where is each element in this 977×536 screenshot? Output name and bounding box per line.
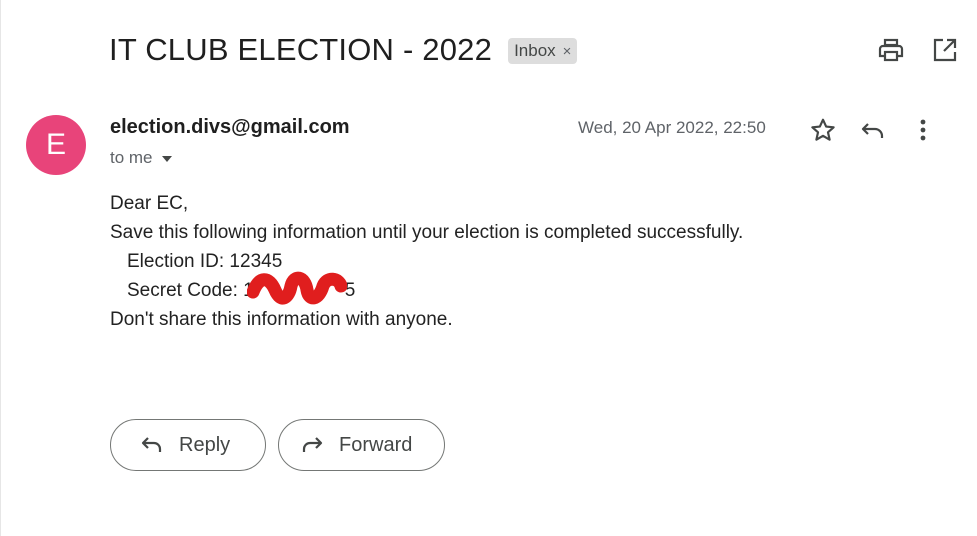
reply-label: Reply (179, 433, 231, 456)
chevron-down-icon (161, 148, 173, 168)
warning-line: Don't share this information with anyone… (110, 309, 453, 330)
election-id: Election ID: 12345 (127, 251, 283, 272)
reply-forward-actions: Reply Forward (110, 419, 445, 471)
thread-toolbar (877, 36, 959, 64)
secret-code-line: Secret Code: 15 (110, 271, 355, 305)
secret-code-text: Secret Code: 1 (127, 280, 254, 301)
greeting: Dear EC, (110, 193, 189, 214)
more-vert-icon[interactable] (909, 116, 937, 144)
forward-icon (301, 436, 323, 454)
subject-row: IT CLUB ELECTION - 2022 Inbox × (109, 30, 578, 70)
email-date: Wed, 20 Apr 2022, 22:50 (578, 118, 766, 137)
email-subject: IT CLUB ELECTION - 2022 (109, 32, 493, 67)
email-view: IT CLUB ELECTION - 2022 Inbox × E electi… (0, 0, 977, 536)
forward-label: Forward (339, 433, 413, 456)
recipient-text: to me (110, 148, 153, 167)
reply-icon (141, 436, 163, 454)
redaction-scribble (247, 271, 347, 305)
label-text: Inbox (514, 41, 556, 60)
forward-button[interactable]: Forward (278, 419, 445, 471)
star-icon[interactable] (809, 116, 837, 144)
body-line: Save this following information until yo… (110, 222, 744, 243)
sender-avatar[interactable]: E (26, 115, 86, 175)
message-actions (809, 116, 937, 144)
reply-button[interactable]: Reply (110, 419, 266, 471)
sender-email[interactable]: election.divs@gmail.com (110, 116, 350, 139)
recipient-details-toggle[interactable]: to me (110, 148, 173, 168)
email-body: Dear EC, Save this following information… (110, 189, 743, 334)
print-icon[interactable] (877, 36, 905, 64)
reply-icon[interactable] (859, 116, 887, 144)
inbox-label-chip[interactable]: Inbox × (508, 38, 578, 64)
open-in-new-window-icon[interactable] (931, 36, 959, 64)
remove-label-icon[interactable]: × (563, 43, 572, 60)
